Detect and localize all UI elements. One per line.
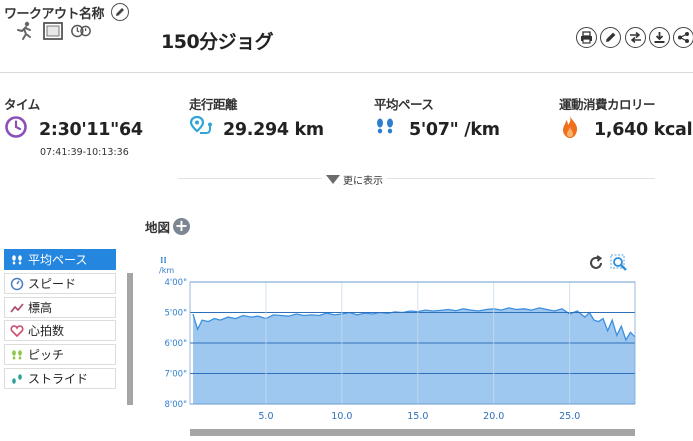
metric-label: ピッチ [28,348,65,362]
more-divider [178,178,655,179]
pace-chart[interactable]: /km⁞⁞ 4'00" 5'00" 6'00" 7'00" 8'00" 5.0 10.0 15.… [155,255,640,427]
stat-pace-label: 平均ペース [374,97,434,112]
metric-speed[interactable]: スピード [4,273,116,294]
stat-calories-value: 1,640 kcal [594,120,693,140]
flame-icon [557,114,583,140]
metric-stride[interactable]: ストライド [4,368,116,389]
speedometer-icon [10,277,24,291]
series-area [193,307,635,404]
heart-icon [10,324,24,338]
stat-time-range: 07:41:39-10:13:36 [40,147,129,158]
chart-scrollbar[interactable] [190,429,635,436]
show-more-label: 更に表示 [343,176,383,187]
trend-icon [10,301,24,315]
metric-label: スピード [28,277,77,291]
header-divider [0,72,693,73]
y-tick-label: 8'00" [165,400,188,410]
download-icon [654,32,665,43]
footprints-icon [10,348,24,362]
show-more-button[interactable]: 更に表示 [322,172,387,187]
footprints-icon: ⁞⁞ [160,256,167,266]
map-label: 地図 [145,220,171,235]
footprints-icon [10,253,24,267]
metric-label: 平均ペース [28,253,88,267]
metric-label: ストライド [28,372,89,386]
x-tick-label: 25.0 [559,411,580,422]
metric-list-scrollbar[interactable] [127,273,133,405]
swap-button[interactable] [625,27,646,48]
stride-icon [10,372,24,386]
y-tick-label: 7'00" [165,370,188,380]
footprints-icon [372,114,398,140]
swap-icon [630,31,641,44]
stat-pace-value: 5'07" /km [409,120,500,140]
metric-heart-rate[interactable]: 心拍数 [4,320,116,341]
metric-label: 標高 [28,301,53,315]
print-button[interactable] [576,27,597,48]
x-tick-label: 20.0 [483,411,504,422]
pencil-icon [116,8,124,16]
y-tick-label: 4'00" [165,278,188,288]
edit-icon [606,32,616,42]
metric-elevation[interactable]: 標高 [4,297,116,318]
metric-avg-pace[interactable]: 平均ペース [4,249,116,270]
x-tick-label: 15.0 [407,411,428,422]
share-button[interactable] [673,27,693,48]
stat-calories-label: 運動消費カロリー [559,97,656,112]
y-axis-unit-label: /km [159,266,174,275]
map-add-button[interactable]: + [173,218,190,235]
x-tick-label: 10.0 [331,411,352,422]
workout-title[interactable]: 150分ジョグ [161,27,274,54]
plus-icon: + [174,216,189,235]
runner-icon[interactable] [13,20,35,42]
print-icon [581,31,592,44]
stat-time-label: タイム [4,97,40,112]
route-pin-icon [188,114,214,140]
stopwatch-icon[interactable] [70,20,92,42]
download-button[interactable] [649,27,670,48]
film-icon[interactable] [42,20,64,42]
metric-label: 心拍数 [28,324,65,338]
stat-time-value: 2:30'11"64 [39,120,143,140]
edit-button[interactable] [600,27,621,48]
stat-distance-label: 走行距離 [189,97,238,112]
y-tick-label: 6'00" [165,339,188,349]
clock-icon [3,114,29,140]
stat-distance-value: 29.294 km [223,120,324,140]
metric-pitch[interactable]: ピッチ [4,344,116,365]
share-icon [678,32,689,43]
edit-title-button[interactable] [111,3,129,21]
y-tick-label: 5'00" [165,309,188,319]
triangle-down-icon [326,175,340,184]
x-tick-label: 5.0 [258,411,273,422]
